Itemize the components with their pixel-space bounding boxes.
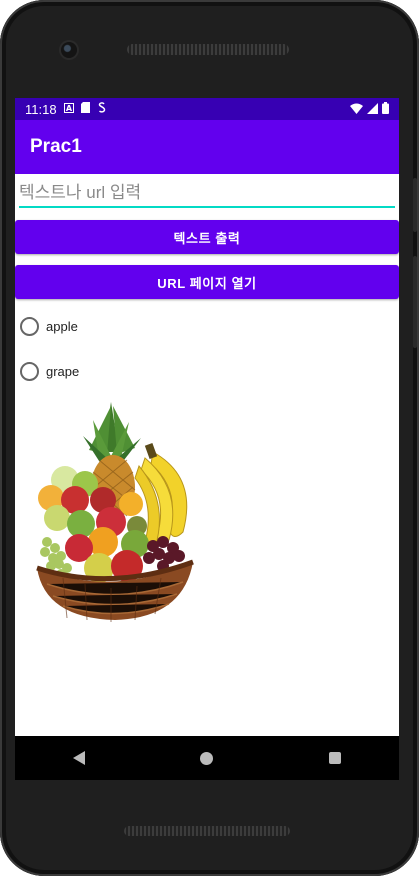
- navigation-bar: [15, 736, 399, 780]
- radio-apple-label: apple: [46, 318, 78, 334]
- text-output-button[interactable]: 텍스트 출력: [15, 220, 399, 254]
- bottom-speaker: [124, 826, 290, 836]
- battery-icon: [382, 101, 389, 117]
- screen: 11:18 A Prac1 텍스트나 url 입력 텍스트 출력 URL 페이지…: [15, 98, 399, 736]
- radio-unchecked-icon[interactable]: [20, 316, 39, 336]
- open-url-button[interactable]: URL 페이지 열기: [15, 265, 399, 299]
- home-icon[interactable]: [200, 751, 214, 765]
- sd-card-icon: [80, 102, 90, 116]
- signal-icon: [367, 102, 378, 117]
- radio-grape-label: grape: [46, 363, 80, 379]
- radio-apple[interactable]: apple: [20, 314, 78, 338]
- fruit-basket-image: [23, 392, 199, 624]
- volume-button: [413, 256, 417, 348]
- svg-text:A: A: [65, 104, 72, 113]
- app-bar: Prac1: [15, 120, 399, 174]
- phone-frame: 11:18 A Prac1 텍스트나 url 입력 텍스트 출력 URL 페이지…: [0, 0, 419, 876]
- radio-unchecked-icon[interactable]: [20, 361, 39, 381]
- wifi-icon: [350, 102, 363, 117]
- top-speaker: [127, 44, 289, 55]
- power-button: [413, 178, 417, 232]
- notification-a-icon: A: [63, 102, 74, 116]
- settings-notification-icon: [97, 102, 107, 116]
- camera-icon: [61, 42, 77, 58]
- url-text-input[interactable]: [19, 180, 395, 208]
- status-time: 11:18: [25, 101, 57, 117]
- recents-icon[interactable]: [329, 752, 342, 764]
- back-icon[interactable]: [72, 751, 85, 765]
- radio-grape[interactable]: grape: [20, 359, 79, 383]
- app-title: Prac1: [30, 136, 82, 157]
- status-bar: 11:18 A: [15, 98, 399, 120]
